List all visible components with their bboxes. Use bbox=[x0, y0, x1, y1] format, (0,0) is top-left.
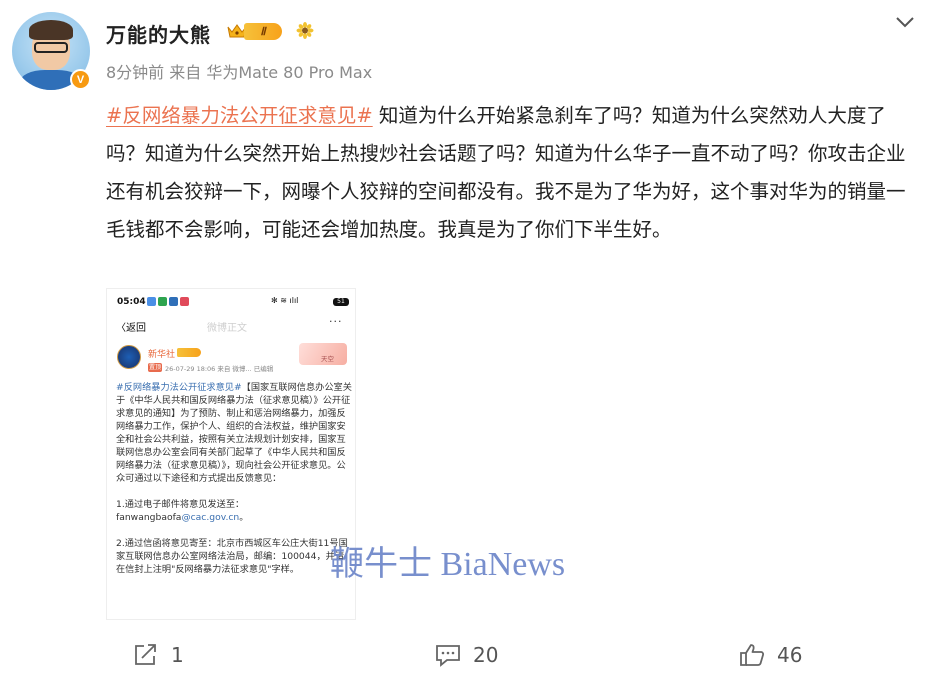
sunflower-medal-icon bbox=[296, 22, 314, 39]
embedded-post-text: #反网络暴力法公开征求意见#【国家互联网信息办公室关于《中华人民共和国反网络暴力… bbox=[116, 381, 352, 576]
post-content: #反网络暴力法公开征求意见# 知道为什么开始紧急刹车了吗？知道为什么突然劝人大度… bbox=[106, 97, 921, 249]
comment-button[interactable]: 20 bbox=[435, 643, 498, 667]
watermark: 鞭牛士 BiaNews bbox=[330, 546, 566, 583]
status-time: 05:04 bbox=[117, 297, 146, 307]
decoration-label: 天空 bbox=[321, 355, 334, 363]
embedded-paragraph-1: 【国家互联网信息办公室关于《中华人民共和国反网络暴力法（征求意见稿）》公开征求意… bbox=[116, 382, 352, 484]
account-avatar bbox=[117, 345, 141, 369]
like-count: 46 bbox=[777, 643, 803, 667]
status-app-icons bbox=[147, 297, 191, 307]
repost-button[interactable]: 1 bbox=[133, 643, 184, 667]
embedded-item-2: 2.通过信函将意见寄至：北京市西城区车公庄大街11号国家互联网信息办公室网络法治… bbox=[116, 538, 348, 575]
thumbs-up-icon bbox=[740, 644, 765, 666]
username[interactable]: 万能的大熊 bbox=[106, 19, 211, 48]
comment-icon bbox=[436, 645, 460, 667]
repost-icon bbox=[135, 644, 156, 665]
embedded-screenshot-image[interactable]: 05:04 ✻ ≋ ılıl 51 〈返回 微博正文 ··· 新华社 置顶 26… bbox=[106, 288, 356, 620]
account-name: 新华社 bbox=[148, 350, 176, 360]
battery-icon: 51 bbox=[333, 298, 349, 306]
like-button[interactable]: 46 bbox=[739, 643, 802, 667]
back-button[interactable]: 〈返回 bbox=[116, 319, 146, 334]
more-options-icon[interactable]: ··· bbox=[329, 315, 343, 328]
hashtag-link[interactable]: #反网络暴力法公开征求意见# bbox=[106, 104, 373, 127]
embedded-item-1: 1.通过电子邮件将意见发送至： bbox=[116, 499, 245, 510]
embedded-email: @cac.gov.cn bbox=[181, 512, 240, 523]
nav-title: 微博正文 bbox=[207, 323, 247, 334]
status-signal: ✻ ≋ ılıl bbox=[271, 296, 299, 305]
comment-count: 20 bbox=[473, 643, 499, 667]
post-meta: 8分钟前 来自 华为Mate 80 Pro Max bbox=[106, 63, 373, 82]
embedded-hashtag: #反网络暴力法公开征求意见# bbox=[116, 382, 242, 393]
weibo-post: V 万能的大熊 Ⅱ 8分钟前 来自 华为Mate 80 Pro Max #反网络… bbox=[0, 0, 936, 699]
pinned-badge: 置顶 bbox=[148, 363, 162, 372]
level-badge: Ⅱ bbox=[244, 23, 282, 40]
avatar-hair bbox=[29, 20, 73, 40]
embedded-post-meta: 26-07-29 18:06 来自 微博... 已编辑 bbox=[165, 365, 274, 373]
embedded-email-suffix: 。 bbox=[239, 512, 249, 523]
account-level-badge bbox=[177, 348, 201, 357]
verified-badge: V bbox=[70, 69, 91, 90]
embedded-email-prefix: fanwangbaofa bbox=[116, 512, 182, 523]
repost-count: 1 bbox=[171, 643, 184, 667]
avatar-glasses bbox=[34, 42, 68, 53]
chevron-down-icon[interactable] bbox=[894, 14, 916, 30]
